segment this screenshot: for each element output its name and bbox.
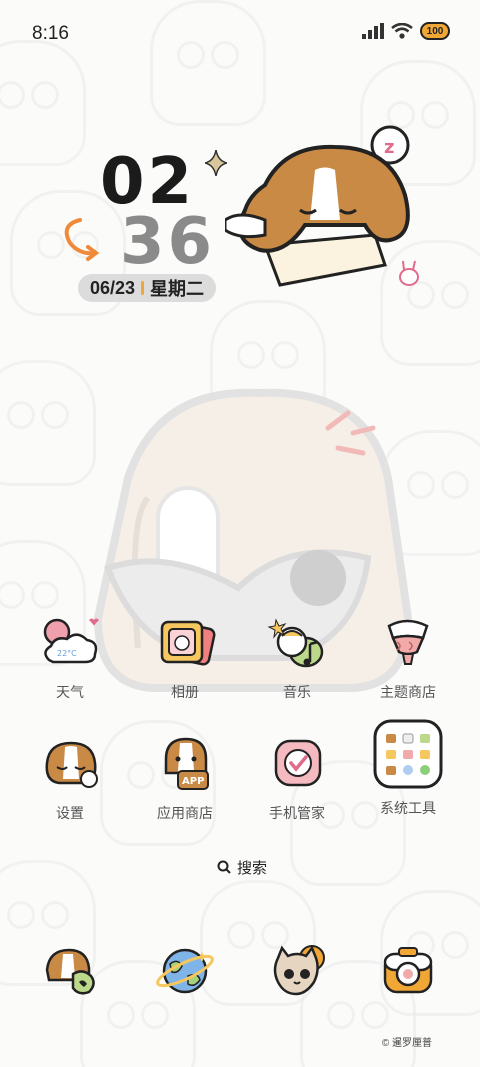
browser-icon [154,940,216,1002]
clock-widget[interactable]: 02 36 06/23 星期二 z [60,120,430,310]
app-app-store[interactable]: APP 应用商店 [135,733,235,823]
phone-manager-icon [266,733,328,795]
app-phone-manager[interactable]: 手机管家 [247,733,347,823]
messages-icon [266,940,328,1002]
clock-minute: 36 [120,205,216,279]
weather-temp: 22°C [57,649,77,658]
app-label: 手机管家 [269,805,325,821]
app-label: 主题商店 [380,684,436,700]
system-tools-folder-icon [372,718,444,790]
battery-indicator: 100 [420,22,450,40]
date-text: 06/23 [90,277,136,298]
app-store-badge: APP [182,776,204,787]
dock-messages[interactable] [247,940,347,1002]
app-gallery[interactable]: 相册 [135,612,235,702]
app-label: 音乐 [283,684,311,700]
status-bar: 8:16 100 [0,0,480,68]
dock-camera[interactable] [358,940,458,1002]
search-label: 搜索 [237,859,268,877]
sparkle-icon [205,150,227,176]
weekday-text: 星期二 [150,279,205,299]
camera-icon [377,940,439,1002]
date-separator [141,281,145,295]
app-label: 设置 [56,805,84,821]
phone-icon [39,940,101,1002]
dock-phone[interactable] [20,940,120,1002]
status-icons: 100 [362,22,450,40]
app-store-icon: APP [154,733,216,795]
app-weather[interactable]: 22°C 天气 [20,612,120,702]
svg-text:z: z [384,137,394,158]
search-button[interactable]: 搜索 [205,853,279,881]
app-label: 系统工具 [380,800,436,816]
bunny-sticker-icon [399,260,419,286]
copyright-text: © 暹罗厘普 [381,1038,432,1049]
music-icon [266,612,328,674]
folder-system-tools[interactable]: 系统工具 [358,718,458,818]
settings-icon [39,733,101,795]
dock-browser[interactable] [135,940,235,1002]
app-label: 应用商店 [157,805,213,821]
app-music[interactable]: 音乐 [247,612,347,702]
swirl-arrow-icon [64,218,100,261]
date-label: 06/23 星期二 [78,274,217,302]
search-icon [217,860,231,874]
gallery-icon [154,612,216,674]
app-label: 天气 [56,684,84,700]
weather-icon: 22°C [39,612,101,674]
app-settings[interactable]: 设置 [20,733,120,823]
status-time: 8:16 [32,23,69,44]
wifi-icon [391,23,413,39]
theme-store-icon [377,612,439,674]
cellular-signal-icon [362,23,384,39]
app-theme-store[interactable]: 主题商店 [358,612,458,702]
app-label: 相册 [171,684,199,700]
